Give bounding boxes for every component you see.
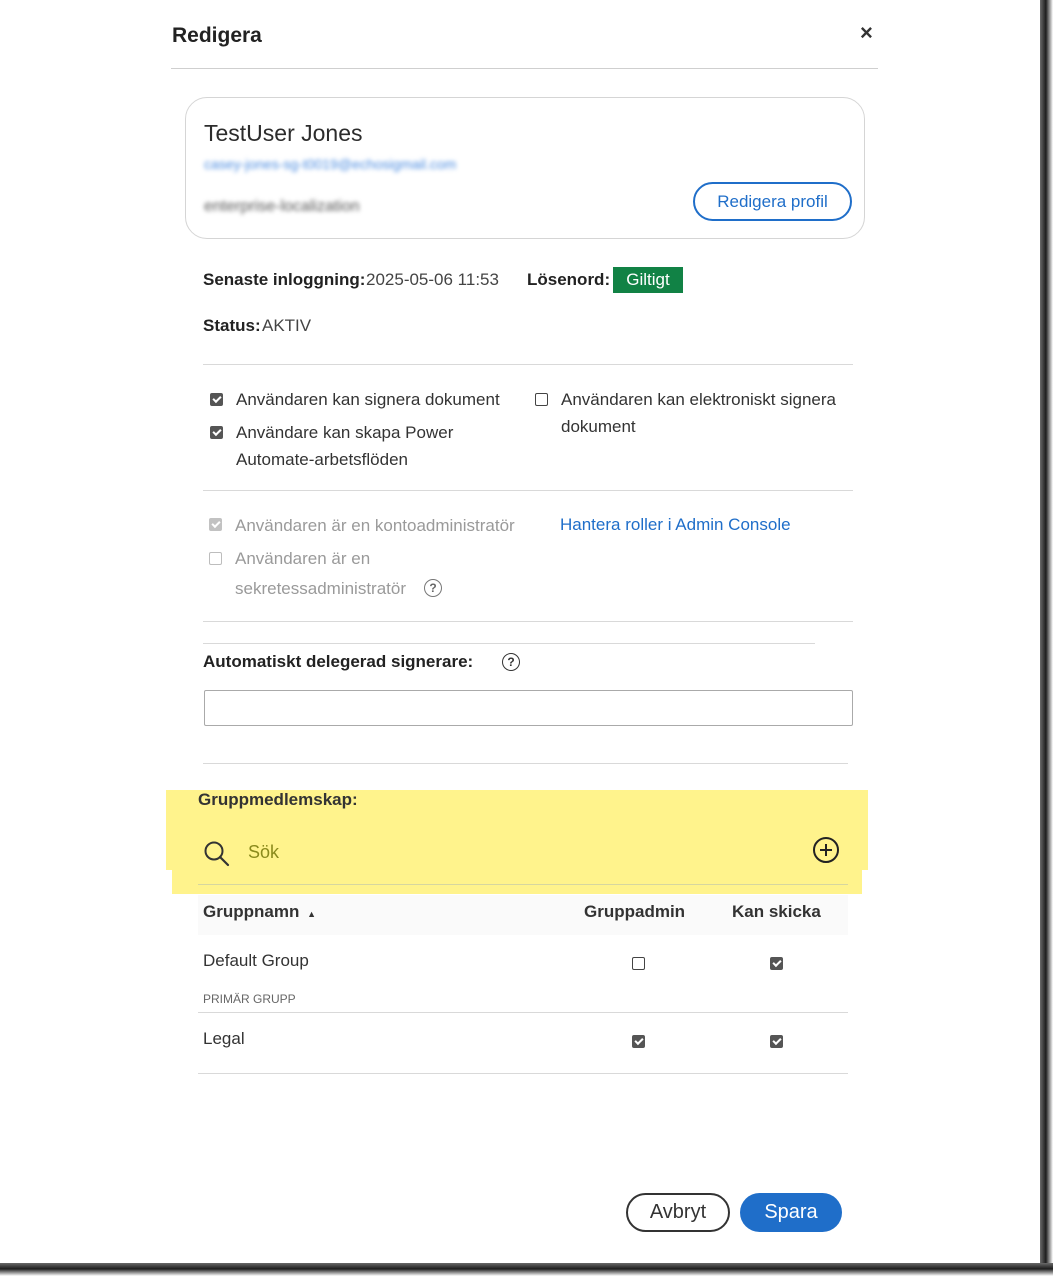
power-automate-checkbox[interactable]: [210, 426, 223, 439]
help-icon[interactable]: ?: [502, 653, 520, 671]
sign-documents-checkbox[interactable]: [210, 393, 223, 406]
column-header-group-name[interactable]: Gruppnamn ▲: [203, 902, 316, 922]
divider: [203, 490, 853, 491]
power-automate-label-line2: Automate-arbetsflöden: [236, 450, 408, 469]
privacy-admin-label-line2: sekretessadministratör: [235, 579, 407, 598]
table-row-divider: [198, 1012, 848, 1013]
column-header-group-name-label: Gruppnamn: [203, 902, 300, 921]
close-icon[interactable]: ×: [860, 20, 873, 46]
dialog-title: Redigera: [172, 24, 262, 47]
account-admin-label: Användaren är en kontoadministratör: [235, 516, 515, 535]
delegate-signer-label: Automatiskt delegerad signerare:: [203, 652, 474, 671]
sign-documents-label: Användaren kan signera dokument: [236, 390, 500, 409]
edit-profile-button[interactable]: Redigera profil: [693, 182, 852, 221]
divider: [203, 643, 815, 644]
group-search-input[interactable]: Sök: [248, 842, 279, 863]
primary-group-label: PRIMÄR GRUPP: [203, 992, 296, 1006]
password-status-badge: Giltigt: [613, 267, 683, 293]
can-send-checkbox[interactable]: [770, 1035, 783, 1048]
esign-documents-checkbox[interactable]: [535, 393, 548, 406]
divider: [198, 884, 848, 885]
esign-documents-label-line2: dokument: [561, 417, 636, 436]
dialog-shadow-bottom: [0, 1263, 1053, 1276]
dialog-shadow-right: [1040, 0, 1053, 1276]
divider: [203, 763, 848, 764]
last-login-label: Senaste inloggning:: [203, 270, 366, 289]
can-send-checkbox[interactable]: [770, 957, 783, 970]
account-admin-checkbox: [209, 518, 222, 531]
column-header-can-send: Kan skicka: [732, 902, 821, 921]
delegate-signer-input[interactable]: [204, 690, 853, 726]
esign-documents-label: Användaren kan elektroniskt signera doku…: [561, 386, 836, 440]
group-admin-checkbox[interactable]: [632, 1035, 645, 1048]
cancel-button[interactable]: Avbryt: [626, 1193, 730, 1232]
group-name: Default Group: [203, 951, 309, 970]
user-organization: enterprise-localization: [204, 198, 360, 215]
user-email: casey-jones-sg-t0019@echosigmail.com: [204, 156, 457, 172]
sort-ascending-icon: ▲: [307, 909, 316, 919]
password-label: Lösenord:: [527, 270, 611, 289]
privacy-admin-checkbox: [209, 552, 222, 565]
privacy-admin-label-line1: Användaren är en: [235, 549, 371, 568]
column-header-group-admin: Gruppadmin: [584, 902, 686, 921]
power-automate-label-line1: Användare kan skapa Power: [236, 423, 454, 442]
status-value: AKTIV: [262, 316, 312, 335]
add-circle-icon[interactable]: [812, 836, 840, 864]
group-membership-title: Gruppmedlemskap:: [198, 790, 358, 809]
divider: [203, 621, 853, 622]
header-divider: [171, 68, 878, 69]
privacy-admin-label: Användaren är en sekretessadministratör: [235, 545, 406, 602]
group-highlight-lower: [172, 870, 862, 894]
power-automate-label: Användare kan skapa Power Automate-arbet…: [236, 419, 453, 473]
search-icon[interactable]: [203, 840, 231, 868]
status-label: Status:: [203, 316, 261, 335]
divider: [203, 364, 853, 365]
user-name: TestUser Jones: [204, 120, 363, 146]
save-button[interactable]: Spara: [740, 1193, 842, 1232]
last-login-value: 2025-05-06 11:53: [366, 270, 499, 289]
table-row-divider: [198, 1073, 848, 1074]
manage-roles-link[interactable]: Hantera roller i Admin Console: [560, 515, 791, 535]
group-name: Legal: [203, 1029, 245, 1048]
help-icon[interactable]: ?: [424, 579, 442, 597]
group-admin-checkbox[interactable]: [632, 957, 645, 970]
esign-documents-label-line1: Användaren kan elektroniskt signera: [561, 390, 836, 409]
